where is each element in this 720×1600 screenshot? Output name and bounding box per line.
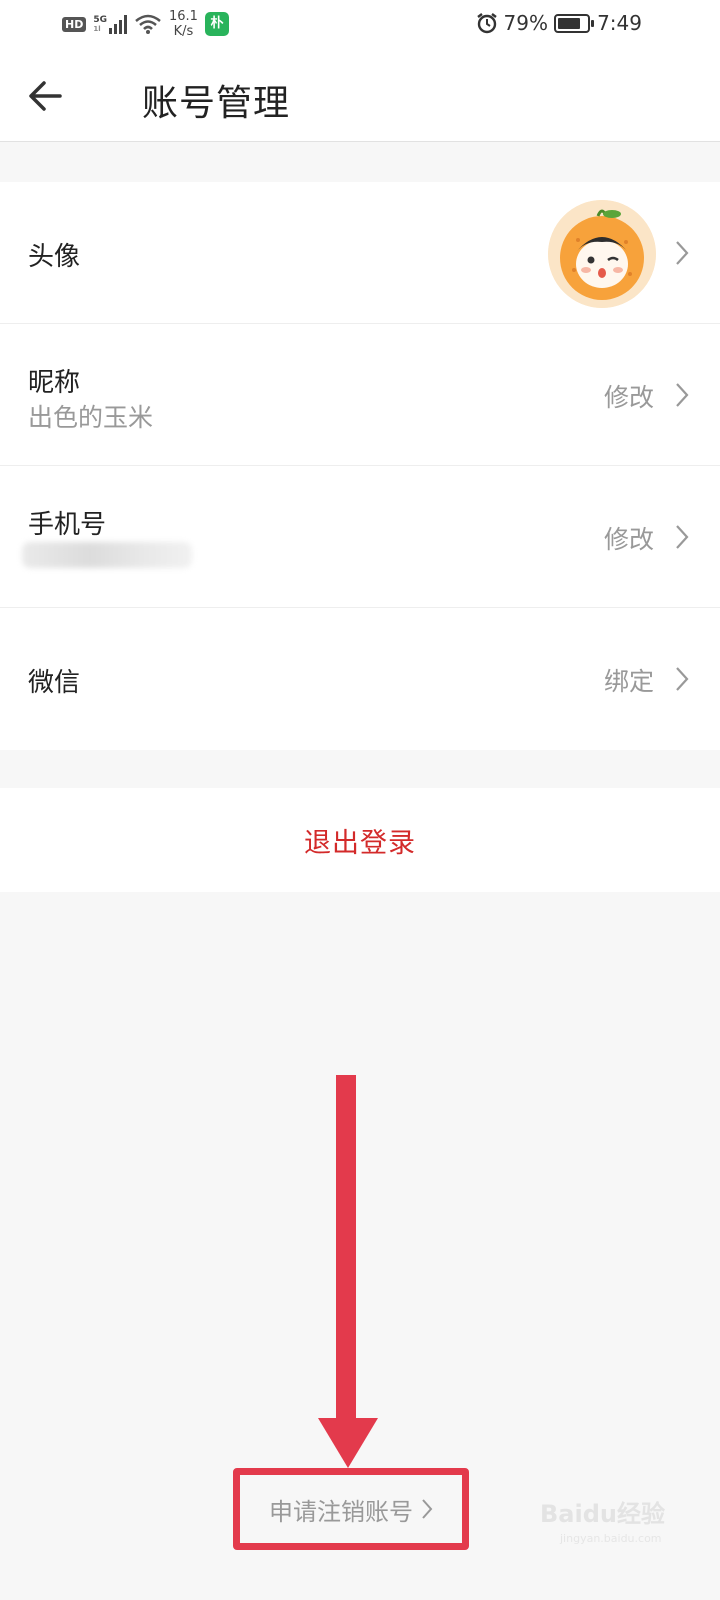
cellular-signal-icon: 5G 1l bbox=[93, 14, 127, 34]
account-settings-list: 头像 昵称 出色的玉米 修改 手机号 修改 微信 绑定 bbox=[0, 182, 720, 750]
logout-label: 退出登录 bbox=[304, 827, 416, 859]
nickname-edit-action[interactable]: 修改 bbox=[604, 378, 654, 414]
status-right: 79% bbox=[476, 11, 594, 35]
avatar-row[interactable]: 头像 bbox=[0, 182, 720, 324]
nickname-row-label: 昵称 bbox=[28, 368, 81, 398]
app-header: 账号管理 bbox=[0, 50, 720, 142]
app-notification-icon: 朴 bbox=[204, 12, 229, 36]
orange-mascot-image bbox=[548, 200, 656, 308]
nickname-row[interactable]: 昵称 出色的玉米 修改 bbox=[0, 324, 720, 466]
chevron-right-icon bbox=[676, 383, 689, 407]
avatar-row-label: 头像 bbox=[28, 242, 81, 272]
battery-percent: 79% bbox=[503, 11, 548, 35]
phone-row-label: 手机号 bbox=[28, 510, 107, 540]
deregister-account-button[interactable]: 申请注销账号 bbox=[233, 1468, 469, 1550]
nickname-value: 出色的玉米 bbox=[28, 403, 154, 432]
page-title: 账号管理 bbox=[142, 83, 291, 124]
alarm-clock-icon bbox=[476, 13, 497, 34]
battery-icon bbox=[554, 13, 594, 33]
phone-row[interactable]: 手机号 修改 bbox=[0, 466, 720, 608]
chevron-right-icon bbox=[422, 1499, 433, 1519]
back-button[interactable] bbox=[24, 74, 68, 118]
hd-icon: HD bbox=[62, 16, 87, 32]
network-speed: 16.1 K/s bbox=[169, 9, 198, 39]
phone-number-blurred bbox=[22, 542, 192, 568]
wechat-row[interactable]: 微信 绑定 bbox=[0, 608, 720, 750]
chevron-right-icon bbox=[676, 667, 689, 691]
wechat-row-label: 微信 bbox=[28, 668, 81, 698]
baidu-watermark-url: jingyan.baidu.com bbox=[560, 1532, 662, 1545]
chevron-right-icon bbox=[676, 525, 689, 549]
battery-fill bbox=[558, 17, 581, 29]
wechat-bind-action[interactable]: 绑定 bbox=[604, 662, 654, 698]
logout-button[interactable]: 退出登录 bbox=[0, 788, 720, 892]
chevron-right-icon bbox=[676, 241, 689, 265]
signal-bars-icon bbox=[109, 14, 127, 34]
status-bar: HD 5G 1l 16.1 K/s 朴 79% 7:49 bbox=[0, 0, 720, 50]
wifi-icon bbox=[135, 14, 161, 34]
network-speed-unit: K/s bbox=[173, 24, 194, 39]
network-type-label: 5G bbox=[93, 15, 107, 25]
app-root: HD 5G 1l 16.1 K/s 朴 79% 7:49 账号管理 头像 昵称 … bbox=[0, 0, 720, 1600]
baidu-watermark: Baidu经验 bbox=[540, 1500, 665, 1528]
deregister-label: 申请注销账号 bbox=[269, 1497, 413, 1526]
clock-time: 7:49 bbox=[597, 11, 642, 35]
network-speed-value: 16.1 bbox=[169, 9, 198, 24]
back-arrow-icon bbox=[29, 81, 62, 111]
network-sub-label: 1l bbox=[93, 25, 101, 33]
avatar[interactable] bbox=[548, 200, 656, 308]
status-left: HD 5G 1l 16.1 K/s 朴 bbox=[62, 9, 229, 39]
annotation-arrow-icon bbox=[318, 1075, 378, 1468]
phone-edit-action[interactable]: 修改 bbox=[604, 520, 654, 556]
